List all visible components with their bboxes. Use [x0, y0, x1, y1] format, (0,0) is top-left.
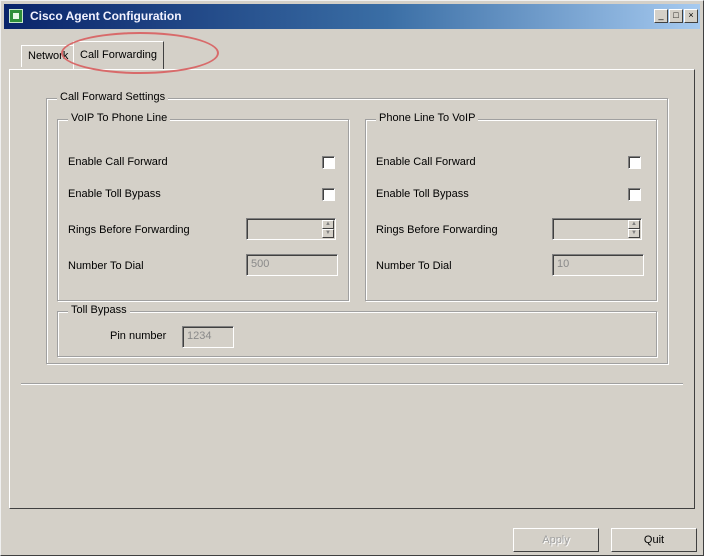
- phone-enable-toll-bypass-checkbox[interactable]: [628, 188, 641, 201]
- app-icon: [9, 9, 23, 23]
- spin-down-icon[interactable]: ▼: [628, 229, 640, 238]
- config-window: Cisco Agent Configuration _ □ × Network …: [0, 0, 704, 556]
- call-forward-settings-group: Call Forward Settings VoIP To Phone Line…: [46, 91, 668, 364]
- voip-enable-call-forward-label: Enable Call Forward: [68, 156, 168, 168]
- toll-bypass-title: Toll Bypass: [68, 304, 130, 316]
- voip-to-phone-group: VoIP To Phone Line Enable Call Forward E…: [57, 112, 349, 301]
- voip-rings-spin-arrows[interactable]: ▲ ▼: [322, 220, 334, 238]
- phone-enable-call-forward-label: Enable Call Forward: [376, 156, 476, 168]
- title-bar[interactable]: Cisco Agent Configuration _ □ ×: [4, 4, 700, 29]
- phone-enable-call-forward-checkbox[interactable]: [628, 156, 641, 169]
- toll-bypass-group: Toll Bypass Pin number 1234: [57, 304, 657, 357]
- phone-to-voip-title: Phone Line To VoIP: [376, 112, 479, 124]
- phone-enable-toll-bypass-label: Enable Toll Bypass: [376, 188, 469, 200]
- phone-number-to-dial-input[interactable]: 10: [552, 254, 644, 276]
- voip-enable-toll-bypass-checkbox[interactable]: [322, 188, 335, 201]
- tab-highlight-annotation: [61, 32, 219, 74]
- call-forward-settings-title: Call Forward Settings: [57, 91, 169, 103]
- call-forwarding-page: Call Forward Settings VoIP To Phone Line…: [9, 69, 695, 509]
- bottom-separator: [21, 383, 683, 385]
- voip-rings-before-forwarding-label: Rings Before Forwarding: [68, 224, 190, 236]
- phone-to-voip-group: Phone Line To VoIP Enable Call Forward E…: [365, 112, 657, 301]
- apply-button[interactable]: Apply: [513, 528, 599, 552]
- spin-down-icon[interactable]: ▼: [322, 229, 334, 238]
- quit-button[interactable]: Quit: [611, 528, 697, 552]
- spin-up-icon[interactable]: ▲: [322, 220, 334, 229]
- voip-number-to-dial-input[interactable]: 500: [246, 254, 338, 276]
- window-title: Cisco Agent Configuration: [30, 9, 182, 23]
- pin-number-input[interactable]: 1234: [182, 326, 234, 348]
- phone-rings-before-forwarding-label: Rings Before Forwarding: [376, 224, 498, 236]
- voip-rings-spinner[interactable]: ▲ ▼: [246, 218, 336, 240]
- voip-enable-call-forward-checkbox[interactable]: [322, 156, 335, 169]
- pin-number-label: Pin number: [110, 330, 167, 342]
- voip-enable-toll-bypass-label: Enable Toll Bypass: [68, 188, 161, 200]
- phone-rings-spin-arrows[interactable]: ▲ ▼: [628, 220, 640, 238]
- phone-rings-spinner[interactable]: ▲ ▼: [552, 218, 642, 240]
- minimize-button[interactable]: _: [654, 9, 668, 23]
- maximize-button[interactable]: □: [669, 9, 683, 23]
- voip-to-phone-title: VoIP To Phone Line: [68, 112, 171, 124]
- spin-up-icon[interactable]: ▲: [628, 220, 640, 229]
- close-button[interactable]: ×: [684, 9, 698, 23]
- voip-number-to-dial-label: Number To Dial: [68, 260, 144, 272]
- phone-number-to-dial-label: Number To Dial: [376, 260, 452, 272]
